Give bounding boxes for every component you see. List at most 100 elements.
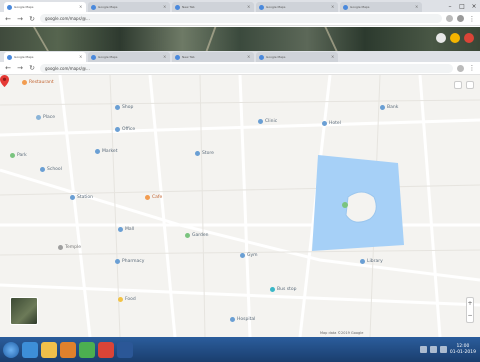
zoom-control[interactable]: + − <box>466 297 474 323</box>
account-icon[interactable] <box>466 81 474 89</box>
settings-icon[interactable] <box>436 33 446 43</box>
poi-marker[interactable]: Clinic <box>258 119 277 124</box>
network-icon[interactable] <box>419 346 427 353</box>
road-network <box>0 75 480 337</box>
star-icon[interactable] <box>457 64 464 72</box>
poi-marker[interactable]: Restaurant <box>22 80 54 85</box>
chrome-icon[interactable] <box>79 341 95 358</box>
close-icon[interactable]: × <box>331 5 335 9</box>
back-icon[interactable]: ← <box>4 64 12 72</box>
maps-favicon <box>7 4 12 10</box>
road <box>148 75 177 337</box>
inner-tab-2[interactable]: Google Maps × <box>88 52 170 62</box>
poi-marker[interactable]: Store <box>195 151 214 156</box>
poi-marker[interactable]: Library <box>360 259 383 264</box>
road <box>418 75 442 337</box>
outer-tab-3[interactable]: New Tab × <box>172 2 254 12</box>
satellite-layer-toggle[interactable] <box>10 297 38 325</box>
close-icon[interactable]: × <box>247 55 251 59</box>
chrome-icon-2[interactable] <box>98 341 114 358</box>
poi-marker[interactable]: Cafe <box>145 195 162 200</box>
close-icon[interactable]: × <box>247 5 251 9</box>
address-bar[interactable]: google.com/maps/@... <box>40 14 442 23</box>
flag-icon[interactable] <box>439 346 447 353</box>
poi-marker[interactable]: Garden <box>185 233 209 238</box>
outer-tab-5[interactable]: Google Maps × <box>340 2 422 12</box>
tab-label: New Tab <box>182 5 195 9</box>
clock[interactable]: 12:00 01-01-2019 <box>450 344 476 356</box>
forward-icon[interactable]: → <box>16 64 24 72</box>
ie-icon[interactable] <box>22 341 38 358</box>
poi-marker[interactable]: Food <box>118 297 136 302</box>
inner-tab-4[interactable]: Google Maps × <box>256 52 338 62</box>
inner-toolbar: ← → ↻ google.com/maps/@... ⋮ <box>0 62 480 75</box>
poi-marker[interactable]: Temple <box>58 245 81 250</box>
close-window-icon[interactable]: × <box>468 3 480 10</box>
poi-marker[interactable]: Hospital <box>230 317 255 322</box>
reload-icon[interactable]: ↻ <box>28 15 36 23</box>
inner-tab-1[interactable]: Google Maps × <box>4 52 86 62</box>
maps-favicon <box>343 4 348 10</box>
avatar[interactable] <box>464 33 474 43</box>
start-button[interactable] <box>3 341 19 358</box>
inner-shape <box>345 191 377 223</box>
road <box>0 118 480 137</box>
poi-marker[interactable]: Pharmacy <box>115 259 144 264</box>
apps-icon[interactable] <box>454 81 462 89</box>
menu-icon[interactable]: ⋮ <box>468 64 476 72</box>
map-canvas[interactable]: Place Restaurant Shop Office Park Market… <box>0 75 480 337</box>
poi-marker[interactable]: Place <box>36 115 55 120</box>
close-icon[interactable]: × <box>331 55 335 59</box>
menu-icon[interactable]: ⋮ <box>468 15 476 23</box>
road <box>238 75 252 337</box>
poi-marker[interactable]: Bank <box>380 105 398 110</box>
poi-marker[interactable]: Office <box>115 127 135 132</box>
media-icon[interactable] <box>60 341 76 358</box>
back-icon[interactable]: ← <box>4 15 12 23</box>
location-pin-icon[interactable] <box>0 75 9 87</box>
map-footer: Map data ©2019 Google <box>320 331 364 335</box>
close-icon[interactable]: × <box>79 55 83 59</box>
inner-tab-3[interactable]: New Tab × <box>172 52 254 62</box>
maps-favicon <box>7 54 12 60</box>
tab-label: Google Maps <box>350 5 370 9</box>
poi-marker[interactable]: Market <box>95 149 117 154</box>
road <box>324 27 338 51</box>
tab-label: Google Maps <box>266 55 286 59</box>
poi-marker[interactable]: Hotel <box>322 121 341 126</box>
park-marker <box>342 202 348 208</box>
profile-icon[interactable] <box>457 15 464 22</box>
close-icon[interactable]: × <box>415 5 419 9</box>
explorer-icon[interactable] <box>41 341 57 358</box>
satellite-map-strip <box>0 27 480 51</box>
page-favicon <box>175 54 180 60</box>
close-icon[interactable]: × <box>79 5 83 9</box>
volume-icon[interactable] <box>429 346 437 353</box>
location-icon[interactable] <box>450 33 460 43</box>
poi-marker[interactable]: Station <box>70 195 93 200</box>
road <box>58 75 92 337</box>
tab-label: Google Maps <box>98 5 118 9</box>
poi-marker[interactable]: School <box>40 167 62 172</box>
poi-marker[interactable]: Gym <box>240 253 258 258</box>
word-icon[interactable] <box>117 341 133 358</box>
poi-marker[interactable]: Shop <box>115 105 133 110</box>
close-icon[interactable]: × <box>163 5 167 9</box>
outer-tab-strip: Google Maps × Google Maps × New Tab × Go… <box>0 0 480 12</box>
reload-icon[interactable]: ↻ <box>28 64 36 72</box>
close-icon[interactable]: × <box>163 55 167 59</box>
maps-favicon <box>259 54 264 60</box>
outer-tab-1[interactable]: Google Maps × <box>4 2 86 12</box>
poi-marker[interactable]: Bus stop <box>270 287 296 292</box>
star-icon[interactable] <box>446 15 453 22</box>
outer-tab-2[interactable]: Google Maps × <box>88 2 170 12</box>
address-bar[interactable]: google.com/maps/@... <box>40 63 453 73</box>
outer-tab-4[interactable]: Google Maps × <box>256 2 338 12</box>
minimize-icon[interactable]: – <box>444 3 456 10</box>
forward-icon[interactable]: → <box>16 15 24 23</box>
poi-marker[interactable]: Mall <box>118 227 134 232</box>
outer-toolbar: ← → ↻ google.com/maps/@... ⋮ <box>0 12 480 26</box>
poi-marker[interactable]: Park <box>10 153 27 158</box>
satellite-controls <box>436 33 474 43</box>
maximize-icon[interactable]: □ <box>456 3 468 10</box>
